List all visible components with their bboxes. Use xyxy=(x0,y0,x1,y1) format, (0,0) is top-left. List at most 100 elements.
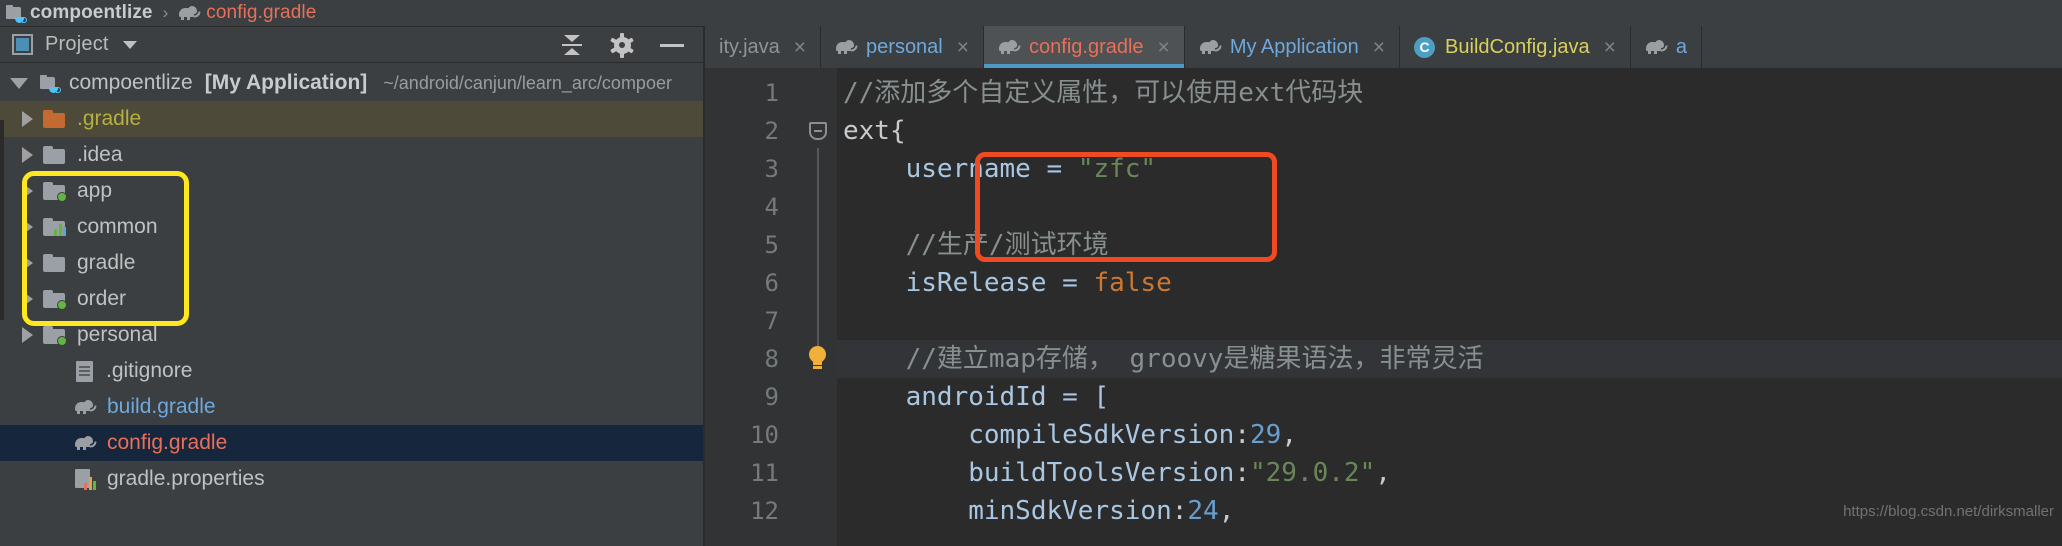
code-line-11: buildToolsVersion:"29.0.2", xyxy=(837,454,2062,492)
code-token: //建立map存储， groovy是糖果语法，非常灵活 xyxy=(843,344,1484,374)
tab-label: BuildConfig.java xyxy=(1445,35,1590,58)
ide-window: compoentlize › config.gradle Project com… xyxy=(0,0,2062,546)
tree-row-gitignore[interactable]: .gitignore xyxy=(0,353,705,389)
breadcrumb-project[interactable]: compoentlize xyxy=(6,2,153,24)
tab-overflow[interactable]: a xyxy=(1631,26,1702,68)
tree-row-gradle[interactable]: gradle xyxy=(0,245,705,281)
code-token: //生产/测试环境 xyxy=(843,230,1109,260)
tree-label-dot-gradle: .gradle xyxy=(77,107,142,130)
project-window-icon xyxy=(12,34,33,55)
code-line-6: isRelease = false xyxy=(837,264,2062,302)
tree-row-compoentlize[interactable]: compoentlize [My Application] ~/android/… xyxy=(0,65,705,101)
chevron-down-icon[interactable] xyxy=(122,40,137,49)
folder-icon xyxy=(43,146,65,164)
code-token: "29.0.2" xyxy=(1250,458,1376,488)
code-token: compileSdkVersion xyxy=(843,420,1235,450)
chevron-right-icon[interactable] xyxy=(22,327,33,343)
chevron-right-icon[interactable] xyxy=(22,219,33,235)
project-panel-title: Project xyxy=(45,33,109,55)
tree-row-dot-idea[interactable]: .idea xyxy=(0,137,705,173)
collapse-all-icon xyxy=(562,34,582,56)
close-icon[interactable]: × xyxy=(1158,37,1170,58)
tree-row-gradle-properties[interactable]: gradle.properties xyxy=(0,461,705,497)
chevron-right-icon[interactable] xyxy=(22,255,33,271)
java-class-icon: C xyxy=(1414,36,1436,58)
close-icon[interactable]: × xyxy=(957,37,969,58)
tree-row-app[interactable]: app xyxy=(0,173,705,209)
tree-label-common: common xyxy=(77,215,158,238)
code-line-2: ext{ xyxy=(837,112,2062,150)
code-token: : xyxy=(1234,420,1250,450)
tab-my-application[interactable]: My Application × xyxy=(1185,26,1401,68)
code-text[interactable]: //添加多个自定义属性，可以使用ext代码块 ext{ username = "… xyxy=(837,68,2062,546)
breadcrumb-file[interactable]: config.gradle xyxy=(178,2,316,24)
tree-label-build-gradle: build.gradle xyxy=(107,395,216,418)
settings-button[interactable] xyxy=(597,27,647,63)
code-token: : xyxy=(1171,496,1188,526)
project-panel-header: Project xyxy=(0,27,705,63)
code-token: androidId = [ xyxy=(843,382,1110,412)
code-token: : xyxy=(1234,458,1250,488)
chevron-down-icon[interactable] xyxy=(10,77,28,89)
fold-collapse-icon[interactable] xyxy=(809,122,827,140)
tree-label-compoentlize: compoentlize xyxy=(69,71,193,94)
hide-panel-button[interactable] xyxy=(647,27,697,63)
collapse-all-button[interactable] xyxy=(547,27,597,63)
tree-row-dot-gradle[interactable]: .gradle xyxy=(0,101,705,137)
project-panel-actions xyxy=(547,27,697,63)
tree-row-config-gradle[interactable]: config.gradle xyxy=(0,425,705,461)
code-line-3: username = "zfc" xyxy=(837,150,2062,188)
close-icon[interactable]: × xyxy=(794,37,806,58)
tab-label: personal xyxy=(866,35,943,58)
line-number: 12 xyxy=(750,497,779,525)
tree-row-common[interactable]: common xyxy=(0,209,705,245)
intention-bulb-icon[interactable] xyxy=(807,346,827,368)
tree-path-hint: ~/android/canjun/learn_arc/compoer xyxy=(383,72,672,93)
tree-label-config-gradle: config.gradle xyxy=(107,431,228,454)
tab-label: My Application xyxy=(1229,35,1359,58)
code-line-1: //添加多个自定义属性，可以使用ext代码块 xyxy=(837,74,2062,112)
folder-icon xyxy=(43,254,65,272)
close-icon[interactable]: × xyxy=(1373,37,1385,58)
tree-row-build-gradle[interactable]: build.gradle xyxy=(0,389,705,425)
editor-tabbar: ity.java × personal × config.gradle × My… xyxy=(705,26,2062,68)
chevron-right-icon[interactable] xyxy=(22,183,33,199)
chevron-right-icon[interactable] xyxy=(22,111,33,127)
line-number: 3 xyxy=(764,155,779,183)
tab-personal[interactable]: personal × xyxy=(821,26,985,68)
gradle-elephant-icon xyxy=(1199,39,1222,55)
breadcrumb-separator: › xyxy=(162,3,169,22)
tab-ity-java[interactable]: ity.java × xyxy=(705,26,822,68)
folder-module-icon xyxy=(43,290,67,310)
breadcrumb-project-label: compoentlize xyxy=(30,2,153,23)
code-line-9: androidId = [ xyxy=(837,378,2062,416)
tab-buildconfig-java[interactable]: C BuildConfig.java × xyxy=(1400,26,1631,68)
watermark: https://blog.csdn.net/dirksmaller xyxy=(1843,503,2054,520)
tree-label-gradle-properties: gradle.properties xyxy=(107,467,265,490)
chevron-right-icon[interactable] xyxy=(22,291,33,307)
tree-label-app: app xyxy=(77,179,113,202)
gradle-elephant-icon xyxy=(1645,39,1668,55)
line-number: 5 xyxy=(764,231,779,259)
tree-row-order[interactable]: order xyxy=(0,281,705,317)
tree-label-order: order xyxy=(77,287,127,310)
tree-badge-my-application: [My Application] xyxy=(204,71,368,94)
tab-label: a xyxy=(1675,35,1687,58)
close-icon[interactable]: × xyxy=(1604,37,1616,58)
code-editor[interactable]: 1 2 3 4 5 6 7 8 9 10 11 12 //添加多个自定义属性，可… xyxy=(705,68,2062,546)
code-line-8: //建立map存储， groovy是糖果语法，非常灵活 xyxy=(837,340,2062,378)
gradle-elephant-icon xyxy=(74,435,97,451)
tab-config-gradle[interactable]: config.gradle × xyxy=(984,26,1185,68)
chevron-right-icon[interactable] xyxy=(22,147,33,163)
breadcrumb: compoentlize › config.gradle xyxy=(0,0,2062,26)
gradle-elephant-icon xyxy=(178,5,201,21)
breadcrumb-file-label: config.gradle xyxy=(206,2,317,23)
code-token: , xyxy=(1375,458,1391,488)
tree-row-personal[interactable]: personal xyxy=(0,317,705,353)
code-line-10: compileSdkVersion:29, xyxy=(837,416,2062,454)
gear-icon xyxy=(610,32,634,58)
gradle-elephant-icon xyxy=(998,39,1021,55)
code-token: , xyxy=(1218,496,1235,526)
